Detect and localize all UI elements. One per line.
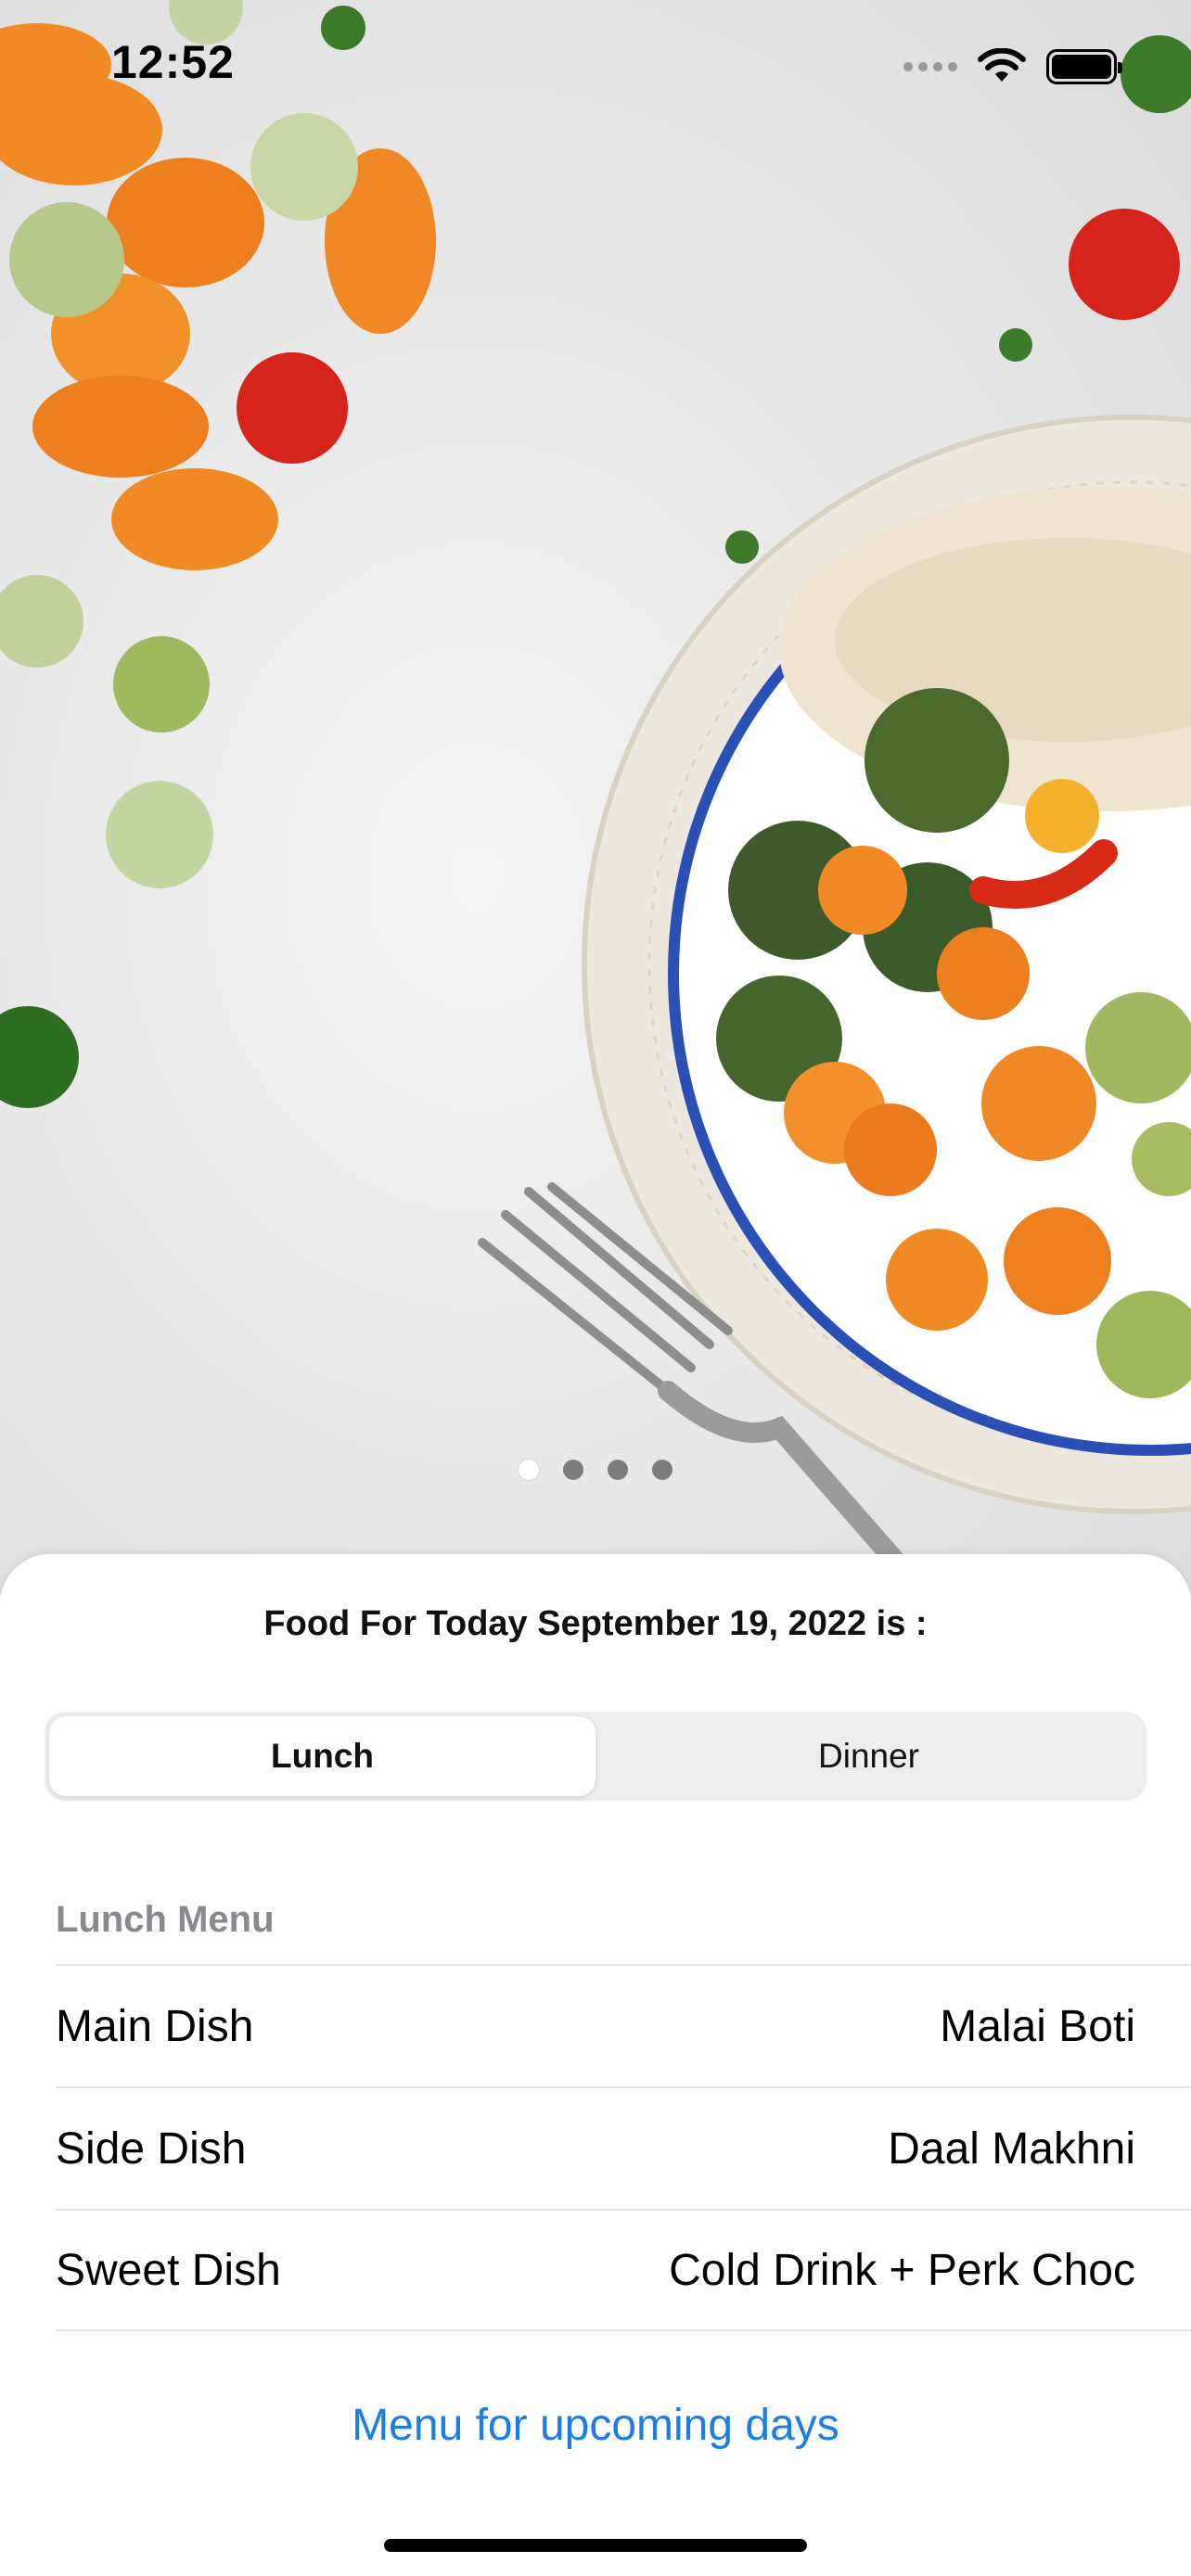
status-time: 12:52 [111,36,235,88]
row-value: Cold Drink + Perk Choc [669,2245,1135,2295]
menu-row-side-dish: Side Dish Daal Makhni [56,2086,1191,2209]
segment-lunch[interactable]: Lunch [49,1716,596,1796]
menu-sheet: Food For Today September 19, 2022 is : L… [0,1554,1191,2576]
page-dot-3[interactable] [608,1460,628,1480]
page-dot-1[interactable] [519,1460,539,1480]
menu-row-main-dish: Main Dish Malai Boti [56,1964,1191,2086]
page-indicator[interactable] [0,1460,1191,1480]
upcoming-menu-link[interactable]: Menu for upcoming days [0,2400,1191,2451]
hero-food-image: 12:52 [0,0,1191,1595]
row-value: Malai Boti [940,2001,1135,2051]
row-value: Daal Makhni [888,2123,1135,2174]
row-label: Side Dish [56,2123,247,2174]
section-header: Lunch Menu [56,1899,275,1940]
food-illustration [0,0,1191,1587]
page-dot-4[interactable] [652,1460,672,1480]
wifi-icon [978,48,1026,82]
status-icons [903,46,1122,87]
cellular-signal-icon [903,62,957,71]
page-dot-2[interactable] [563,1460,583,1480]
row-label: Main Dish [56,2001,254,2051]
segment-dinner[interactable]: Dinner [596,1716,1142,1796]
row-label: Sweet Dish [56,2245,281,2295]
home-indicator[interactable] [384,2539,807,2552]
menu-row-sweet-dish: Sweet Dish Cold Drink + Perk Choc [56,2209,1191,2331]
status-bar: 12:52 [0,0,1191,139]
battery-icon [1046,49,1122,84]
menu-list: Main Dish Malai Boti Side Dish Daal Makh… [56,1964,1191,2331]
meal-segmented-control[interactable]: Lunch Dinner [45,1712,1146,1801]
page-title: Food For Today September 19, 2022 is : [263,1604,928,1643]
